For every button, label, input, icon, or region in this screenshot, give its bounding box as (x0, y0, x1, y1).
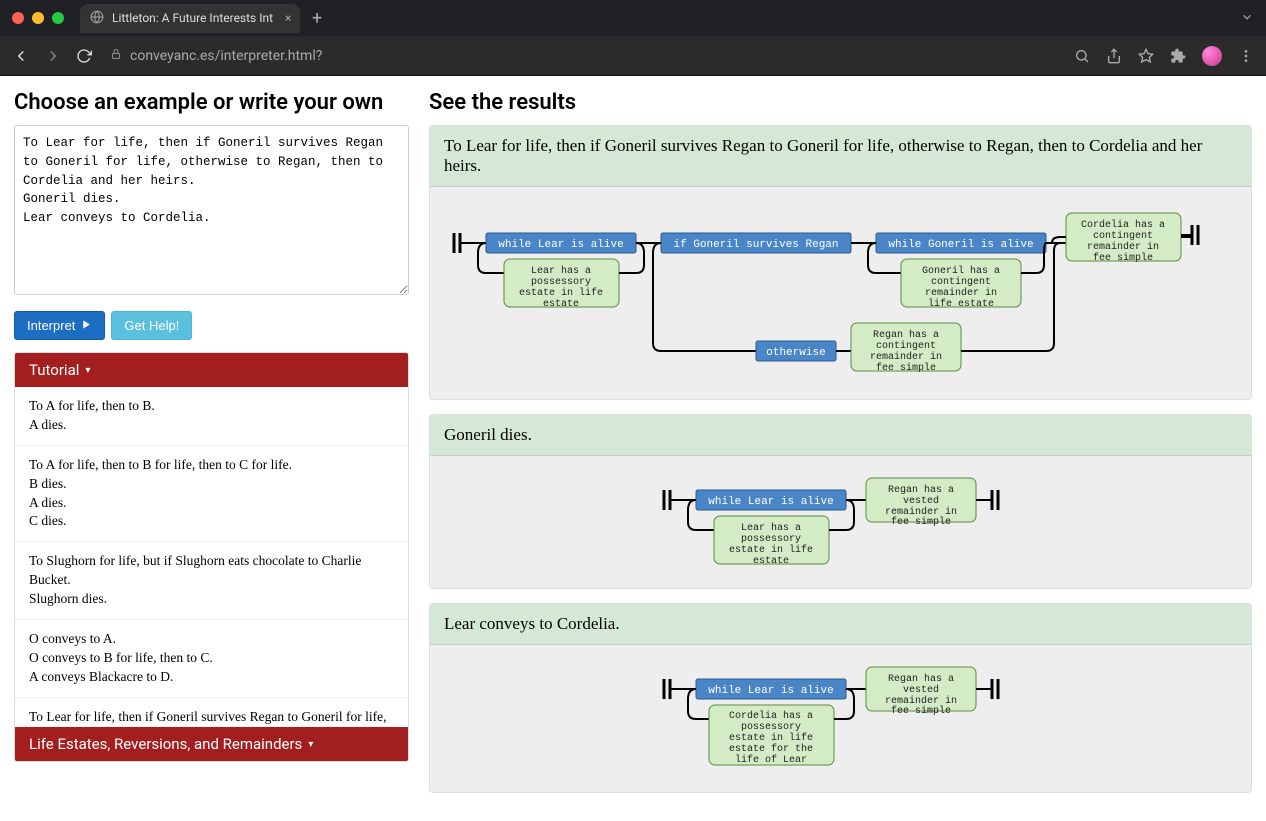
railroad-diagram: while Lear is alive Cordelia has a posse… (446, 661, 1006, 776)
result-title: Goneril dies. (430, 415, 1251, 456)
svg-text:vested: vested (903, 495, 939, 507)
svg-text:possessory: possessory (741, 722, 801, 733)
svg-text:remainder in: remainder in (1087, 241, 1159, 253)
help-button[interactable]: Get Help! (111, 311, 192, 340)
svg-text:Regan has a: Regan has a (888, 673, 954, 685)
svg-text:while Goneril is alive: while Goneril is alive (888, 239, 1033, 251)
tab-title: Littleton: A Future Interests Int (112, 11, 273, 25)
tutorial-accordion-header[interactable]: Tutorial ▾ (15, 353, 408, 387)
result-block: To Lear for life, then if Goneril surviv… (429, 125, 1252, 400)
example-item[interactable]: To Slughorn for life, but if Slughorn ea… (15, 542, 408, 620)
e1-l3: estate in life (519, 287, 603, 299)
result-block: Goneril dies. while Lear is alive Lear h… (429, 414, 1252, 589)
reload-button[interactable] (76, 48, 92, 64)
star-icon[interactable] (1138, 48, 1154, 64)
svg-text:contingent: contingent (1093, 230, 1153, 242)
example-item[interactable]: To A for life, then to B for life, then … (15, 446, 408, 543)
svg-text:Goneril has a: Goneril has a (922, 265, 1000, 277)
lock-icon (110, 48, 122, 64)
e1-l1: Lear has a (531, 265, 591, 277)
svg-text:contingent: contingent (931, 276, 991, 288)
result-block: Lear conveys to Cordelia. while Lear is … (429, 603, 1252, 793)
back-button[interactable] (12, 47, 30, 65)
svg-text:fee simple: fee simple (891, 516, 951, 528)
life-estates-accordion-header[interactable]: Life Estates, Reversions, and Remainders… (15, 727, 408, 761)
window-minimize-button[interactable] (32, 12, 44, 24)
forward-button[interactable] (44, 47, 62, 65)
chevron-down-icon[interactable] (1240, 9, 1254, 28)
caret-down-icon: ▾ (308, 739, 313, 750)
grant-textarea[interactable] (14, 125, 409, 295)
menu-icon[interactable] (1238, 48, 1254, 64)
second-header-label: Life Estates, Reversions, and Remainders (29, 735, 302, 753)
svg-text:while Lear is alive: while Lear is alive (708, 496, 833, 508)
search-icon[interactable] (1074, 48, 1090, 64)
svg-text:estate in life: estate in life (729, 732, 813, 744)
svg-text:Cordelia has a: Cordelia has a (729, 710, 813, 722)
example-list[interactable]: To A for life, then to B. A dies. To A f… (15, 387, 408, 727)
example-item[interactable]: To Lear for life, then if Goneril surviv… (15, 698, 408, 727)
svg-text:while Lear is alive: while Lear is alive (708, 685, 833, 697)
window-maximize-button[interactable] (52, 12, 64, 24)
svg-text:while Lear is alive: while Lear is alive (498, 239, 623, 251)
close-tab-icon[interactable]: × (285, 11, 291, 25)
svg-text:estate in life: estate in life (729, 544, 813, 556)
share-icon[interactable] (1106, 48, 1122, 64)
svg-text:vested: vested (903, 684, 939, 696)
svg-text:Cordelia has a: Cordelia has a (1081, 219, 1165, 231)
e1-l4: estate (543, 299, 579, 310)
svg-text:Regan has a: Regan has a (873, 329, 939, 341)
browser-tab[interactable]: Littleton: A Future Interests Int × (80, 4, 300, 33)
svg-text:fee simple: fee simple (1093, 252, 1153, 264)
example-item[interactable]: O conveys to A. O conveys to B for life,… (15, 620, 408, 698)
window-close-button[interactable] (12, 12, 24, 24)
svg-text:life estate: life estate (928, 298, 994, 310)
svg-text:estate for the: estate for the (729, 743, 813, 755)
result-title: Lear conveys to Cordelia. (430, 604, 1251, 645)
globe-icon (90, 10, 104, 27)
result-title: To Lear for life, then if Goneril surviv… (430, 126, 1251, 187)
extensions-icon[interactable] (1170, 48, 1186, 64)
play-icon (81, 318, 92, 333)
right-heading: See the results (429, 90, 1252, 115)
example-item[interactable]: To A for life, then to B. A dies. (15, 387, 408, 446)
svg-text:fee simple: fee simple (891, 705, 951, 717)
svg-text:Lear has a: Lear has a (741, 522, 801, 534)
interpret-label: Interpret (27, 318, 75, 333)
railroad-diagram: while Lear is alive Lear has a possessor… (446, 472, 1006, 572)
svg-text:fee simple: fee simple (876, 362, 936, 374)
svg-text:estate: estate (753, 556, 789, 567)
svg-text:Regan has a: Regan has a (888, 484, 954, 496)
svg-text:remainder in: remainder in (870, 351, 942, 363)
svg-text:if Goneril survives Regan: if Goneril survives Regan (673, 239, 838, 251)
url-bar[interactable]: conveyanc.es/interpreter.html? (106, 48, 1060, 64)
caret-down-icon: ▾ (85, 365, 90, 376)
svg-text:contingent: contingent (876, 340, 936, 352)
svg-text:life of Lear: life of Lear (735, 754, 807, 766)
new-tab-button[interactable]: + (304, 8, 330, 29)
profile-avatar[interactable] (1202, 46, 1222, 66)
url-text: conveyanc.es/interpreter.html? (130, 48, 322, 64)
svg-text:possessory: possessory (741, 534, 801, 545)
interpret-button[interactable]: Interpret (14, 311, 105, 340)
railroad-diagram: while Lear is alive Lear has a possessor… (446, 203, 1206, 383)
e1-l2: possessory (531, 277, 591, 288)
svg-text:otherwise: otherwise (766, 347, 825, 359)
left-heading: Choose an example or write your own (14, 90, 409, 115)
tutorial-label: Tutorial (29, 361, 79, 379)
svg-text:remainder in: remainder in (925, 287, 997, 299)
